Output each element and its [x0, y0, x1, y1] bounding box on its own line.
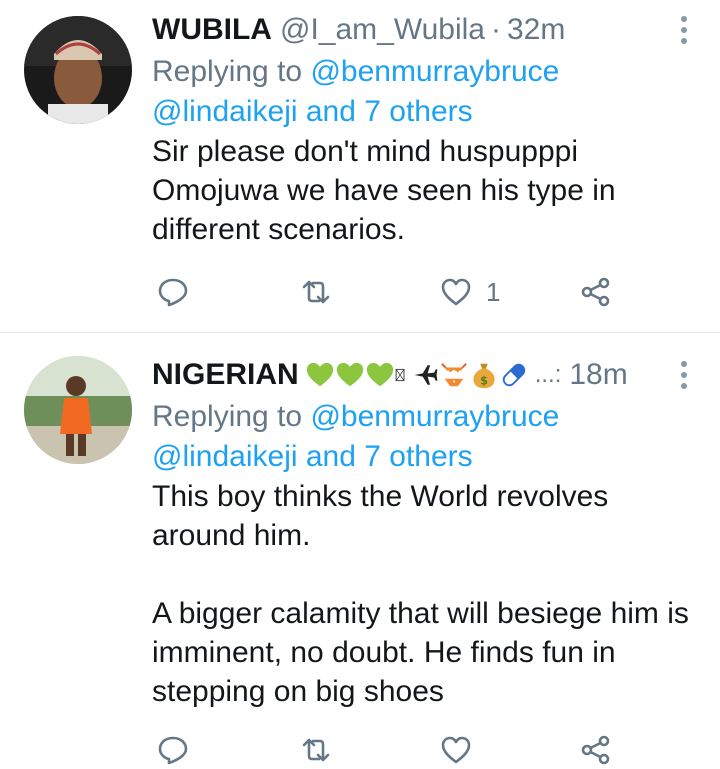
- name-truncation: ...:: [534, 361, 562, 388]
- tweet[interactable]: NIGERIAN $ ...: 18m Replying to @benmurr…: [0, 333, 720, 769]
- retweet-button[interactable]: [298, 270, 334, 314]
- avatar[interactable]: [24, 16, 132, 124]
- green-heart-icon: [336, 362, 363, 387]
- more-options-icon[interactable]: [672, 8, 696, 52]
- reply-others-link[interactable]: @lindaikeji and 7 others: [152, 440, 473, 473]
- avatar[interactable]: [24, 356, 132, 464]
- retweet-button[interactable]: [298, 728, 334, 769]
- tweet-actions: [0, 728, 720, 769]
- username[interactable]: @I_am_Wubila: [280, 8, 485, 52]
- share-icon: [581, 735, 610, 765]
- replying-to-others: @lindaikeji and 7 others: [152, 437, 690, 477]
- separator-dot: ·: [490, 13, 501, 46]
- share-icon: [581, 277, 610, 307]
- bikini-icon: [440, 363, 467, 387]
- tweet[interactable]: WUBILA @I_am_Wubila · 32m Replying to @b…: [0, 0, 720, 332]
- heart-icon: [441, 278, 471, 306]
- pill-icon: [502, 363, 525, 387]
- heart-icon: [441, 736, 471, 764]
- reply-icon: [158, 736, 188, 765]
- like-count: 1: [486, 276, 501, 307]
- reply-user-link[interactable]: @benmurraybruce: [310, 400, 559, 433]
- replying-prefix: Replying to: [152, 55, 303, 88]
- green-heart-icon: [366, 362, 393, 387]
- name-emojis: $: [305, 360, 529, 390]
- reply-icon: [158, 278, 188, 307]
- share-button[interactable]: [580, 270, 612, 314]
- tweet-header: WUBILA @I_am_Wubila · 32m: [152, 8, 690, 52]
- money-bag-icon: $: [473, 363, 495, 389]
- tweet-header: NIGERIAN $ ...: 18m: [152, 353, 690, 397]
- retweet-icon: [302, 738, 330, 762]
- tweet-text: Sir please don't mind huspupppi Omojuwa …: [152, 135, 616, 246]
- reply-button[interactable]: [157, 728, 189, 769]
- unknown-glyph-icon: [395, 368, 405, 382]
- svg-text:$: $: [480, 374, 488, 387]
- replying-to: Replying to @benmurraybruce: [152, 52, 690, 92]
- airplane-icon: [414, 365, 438, 385]
- green-heart-icon: [306, 362, 333, 387]
- replying-prefix: Replying to: [152, 400, 303, 433]
- replying-to: Replying to @benmurraybruce: [152, 397, 690, 437]
- like-button[interactable]: 1: [440, 270, 500, 314]
- display-name[interactable]: WUBILA: [152, 8, 272, 52]
- tweet-actions: 1: [0, 270, 720, 314]
- share-button[interactable]: [580, 728, 612, 769]
- reply-button[interactable]: [157, 270, 189, 314]
- like-button[interactable]: [440, 728, 486, 769]
- more-options-icon[interactable]: [672, 353, 696, 397]
- display-name[interactable]: NIGERIAN: [152, 353, 299, 397]
- timestamp[interactable]: 18m: [569, 353, 627, 397]
- replying-to-others: @lindaikeji and 7 others: [152, 92, 690, 132]
- timestamp[interactable]: 32m: [507, 8, 565, 52]
- reply-others-link[interactable]: @lindaikeji and 7 others: [152, 95, 473, 128]
- tweet-text: This boy thinks the World revolves aroun…: [152, 480, 689, 708]
- reply-user-link[interactable]: @benmurraybruce: [310, 55, 559, 88]
- retweet-icon: [302, 280, 330, 304]
